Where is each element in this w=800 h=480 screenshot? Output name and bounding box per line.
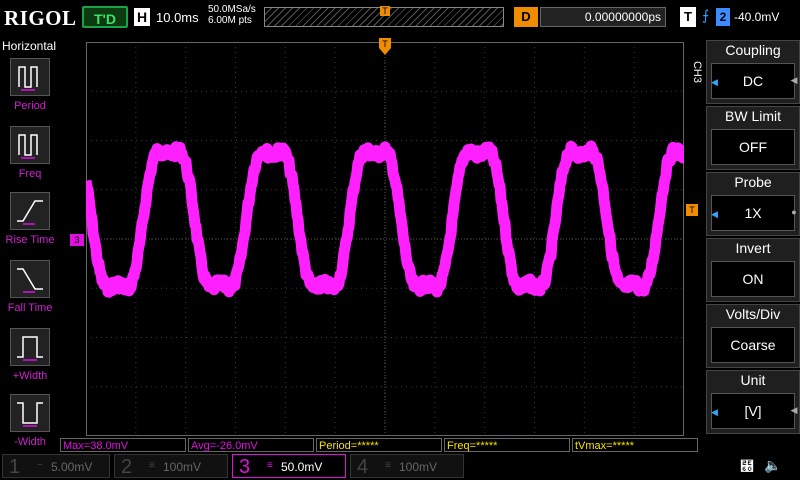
knob-indicator-icon: ● [791, 207, 797, 217]
menu-invert-label: Invert [735, 240, 771, 256]
measure-rise-time-label: Rise Time [5, 234, 55, 246]
channel3-offset-marker: 3 [70, 234, 84, 246]
measure-negative-width-button[interactable]: -Width [0, 392, 60, 456]
top-status-bar: RIGOL T'D H 10.0ms 50.0MSa/s 6.00M pts T… [0, 0, 800, 36]
dc-coupling-icon: ≡ [149, 460, 155, 471]
rise-time-icon [10, 192, 50, 230]
measure-freq-button[interactable]: Freq [0, 124, 60, 188]
measure-negative-width-label: -Width [14, 436, 46, 448]
channel-1-button[interactable]: 1 ~ 5.00mV [2, 454, 110, 478]
graticule [86, 42, 684, 436]
measure-positive-width-label: +Width [12, 370, 48, 382]
menu-coupling-value[interactable]: DC [711, 63, 795, 99]
menu-bw-limit-label: BW Limit [725, 108, 781, 124]
measurement-max[interactable]: Max=38.0mV [60, 438, 186, 452]
trigger-label: T [680, 7, 696, 27]
measure-fall-time-label: Fall Time [7, 302, 53, 314]
menu-probe[interactable]: Probe 1X ◀ [706, 172, 800, 236]
run-state-badge[interactable]: T'D [82, 6, 128, 28]
measure-freq-label: Freq [18, 168, 42, 180]
menu-bw-limit[interactable]: BW Limit OFF [706, 106, 800, 170]
menu-probe-value[interactable]: 1X [711, 195, 795, 231]
channel-bar: 1 ~ 5.00mV 2 ≡ 100mV 3 ≡ 50.0mV 4 ≡ 100m… [0, 452, 800, 480]
left-arrow-icon: ◀ [711, 407, 718, 417]
measure-period-button[interactable]: Period [0, 56, 60, 120]
usb-icon: ⹠ [740, 458, 754, 474]
channel-2-button[interactable]: 2 ≡ 100mV [114, 454, 228, 478]
delay-readout[interactable]: 0.00000000ps [540, 7, 666, 27]
menu-invert-value[interactable]: ON [711, 261, 795, 297]
rising-edge-icon: ⨍ [702, 7, 710, 23]
menu-volts-div-label: Volts/Div [725, 306, 781, 322]
menu-coupling[interactable]: Coupling DC ◀ [706, 40, 800, 104]
channel-menu-tag: CH3 [691, 60, 704, 84]
measurement-bar: Max=38.0mV Avg=-26.0mV Period=***** Freq… [60, 438, 700, 452]
channel-number: 1 [9, 456, 21, 478]
panel-title: Horizontal [2, 39, 57, 53]
knob-indicator-icon: ◀ [790, 75, 798, 85]
horizontal-measure-panel: Horizontal Period Freq Rise Time Fall Ti… [0, 38, 60, 458]
svg-text:T: T [382, 39, 388, 49]
knob-indicator-icon: ◀ [790, 405, 798, 415]
waveform-display[interactable] [86, 42, 684, 436]
menu-probe-label: Probe [734, 174, 772, 190]
measurement-tvmax[interactable]: tVmax=***** [572, 438, 698, 452]
menu-unit-value[interactable]: [V] [711, 393, 795, 429]
memory-trigger-marker: T [380, 6, 390, 16]
channel-scale: 50.0mV [281, 460, 323, 474]
menu-invert[interactable]: Invert ON [706, 238, 800, 302]
channel-menu-panel: Coupling DC ◀ BW Limit OFF Probe 1X ◀ In… [706, 40, 800, 436]
trigger-level-marker: T [686, 204, 698, 216]
speaker-muted-icon: 🔈 [764, 457, 782, 473]
channel-scale: 100mV [399, 460, 438, 474]
sample-info: 50.0MSa/s 6.00M pts [208, 4, 256, 26]
measurement-avg[interactable]: Avg=-26.0mV [188, 438, 314, 452]
channel-scale: 5.00mV [51, 460, 93, 474]
channel-number: 4 [357, 456, 369, 478]
measure-fall-time-button[interactable]: Fall Time [0, 258, 60, 322]
timebase-readout[interactable]: 10.0ms [156, 10, 199, 25]
measure-positive-width-button[interactable]: +Width [0, 326, 60, 390]
delay-label: D [514, 7, 538, 27]
rigol-logo: RIGOL [4, 6, 77, 30]
menu-bw-limit-value[interactable]: OFF [711, 129, 795, 165]
memory-depth: 6.00M pts [208, 15, 252, 26]
channel-3-button[interactable]: 3 ≡ 50.0mV [232, 454, 346, 478]
positive-width-icon [10, 328, 50, 366]
channel-number: 2 [121, 456, 133, 478]
dc-coupling-icon: ≡ [385, 460, 391, 471]
fall-time-icon [10, 260, 50, 298]
left-arrow-icon: ◀ [711, 209, 718, 219]
menu-volts-div[interactable]: Volts/Div Coarse [706, 304, 800, 368]
trigger-level-readout[interactable]: -40.0mV [734, 10, 779, 24]
channel-4-button[interactable]: 4 ≡ 100mV [350, 454, 464, 478]
period-icon [10, 58, 50, 96]
trigger-source-badge[interactable]: 2 [716, 8, 730, 26]
negative-width-icon [10, 394, 50, 432]
measure-period-label: Period [14, 100, 46, 112]
dc-coupling-icon: ≡ [267, 460, 273, 471]
channel-number: 3 [239, 456, 251, 478]
measurement-freq[interactable]: Freq=***** [444, 438, 570, 452]
measurement-period[interactable]: Period=***** [316, 438, 442, 452]
menu-volts-div-value[interactable]: Coarse [711, 327, 795, 363]
menu-coupling-label: Coupling [725, 42, 781, 58]
channel-scale: 100mV [163, 460, 202, 474]
menu-unit[interactable]: Unit [V] ◀ [706, 370, 800, 434]
sample-rate: 50.0MSa/s [208, 4, 256, 15]
horizontal-label: H [134, 8, 150, 26]
frequency-icon [10, 126, 50, 164]
trigger-position-marker: T [379, 38, 391, 55]
left-arrow-icon: ◀ [711, 77, 718, 87]
ac-coupling-icon: ~ [37, 460, 43, 471]
menu-unit-label: Unit [740, 372, 766, 388]
measure-rise-time-button[interactable]: Rise Time [0, 190, 60, 254]
